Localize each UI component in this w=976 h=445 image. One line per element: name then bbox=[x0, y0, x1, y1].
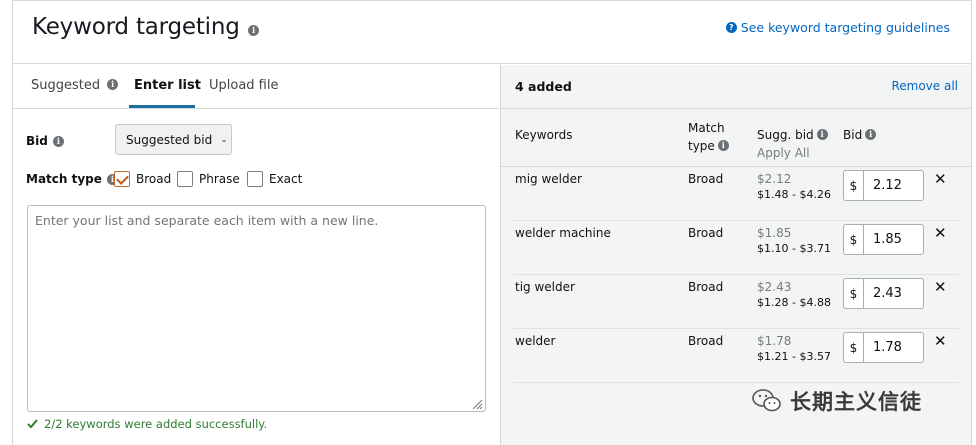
remove-row-icon[interactable]: ✕ bbox=[934, 278, 947, 296]
checkbox-icon[interactable] bbox=[247, 171, 263, 187]
success-message-text: 2/2 keywords were added successfully. bbox=[44, 417, 268, 431]
watermark: 长期主义信徒 bbox=[752, 386, 922, 416]
currency-prefix: $ bbox=[844, 333, 864, 362]
bid-label: Bid i bbox=[26, 134, 64, 148]
table-row: tig welder Broad $2.43 $1.28 - $4.88 $ 2… bbox=[513, 275, 959, 329]
match-broad-label: Broad bbox=[136, 172, 172, 186]
active-tab-indicator bbox=[129, 105, 195, 108]
tab-enter-list[interactable]: Enter list bbox=[134, 78, 201, 93]
match-type-label-text: Match type bbox=[26, 172, 102, 186]
row-keyword: mig welder bbox=[515, 172, 582, 186]
check-icon bbox=[27, 419, 38, 429]
column-header-sugg-bid: Sugg. bid i bbox=[757, 128, 828, 142]
row-suggested-bid: $2.43 bbox=[757, 280, 792, 294]
guidelines-link-text: See keyword targeting guidelines bbox=[740, 20, 950, 35]
remove-row-icon[interactable]: ✕ bbox=[934, 224, 947, 242]
match-broad-checkbox[interactable]: Broad bbox=[114, 171, 171, 187]
column-header-bid-text: Bid bbox=[843, 128, 863, 142]
page-title: Keyword targeting i bbox=[32, 14, 259, 40]
column-header-keywords-text: Keywords bbox=[515, 128, 573, 142]
tab-suggested-label: Suggested bbox=[31, 78, 101, 93]
chevron-down-icon: ⌄ bbox=[220, 134, 228, 145]
row-suggested-bid: $2.12 bbox=[757, 172, 792, 186]
row-bid-value[interactable]: 1.85 bbox=[864, 225, 902, 254]
table-row: mig welder Broad $2.12 $1.48 - $4.26 $ 2… bbox=[513, 167, 959, 221]
table-row: welder Broad $1.78 $1.21 - $3.57 $ 1.78 … bbox=[513, 329, 959, 383]
currency-prefix: $ bbox=[844, 225, 864, 254]
column-header-sugg-bid-text: Sugg. bid bbox=[757, 128, 814, 142]
tab-enter-list-label: Enter list bbox=[134, 78, 201, 93]
bid-dropdown-value: Suggested bid bbox=[126, 132, 213, 147]
apply-all-link[interactable]: Apply All bbox=[757, 146, 810, 160]
info-icon[interactable]: i bbox=[816, 129, 828, 140]
row-bid-input[interactable]: $ 2.43 bbox=[843, 278, 924, 309]
tab-upload-file[interactable]: Upload file bbox=[209, 78, 278, 93]
row-suggested-bid: $1.78 bbox=[757, 334, 792, 348]
success-message: 2/2 keywords were added successfully. bbox=[27, 417, 267, 431]
page-title-text: Keyword targeting bbox=[32, 14, 240, 40]
row-bid-input[interactable]: $ 1.85 bbox=[843, 224, 924, 255]
match-exact-label: Exact bbox=[269, 172, 303, 186]
row-bid-value[interactable]: 1.78 bbox=[864, 333, 902, 362]
currency-prefix: $ bbox=[844, 279, 864, 308]
row-keyword: welder machine bbox=[515, 226, 611, 240]
match-phrase-checkbox[interactable]: Phrase bbox=[177, 171, 240, 187]
row-bid-range: $1.10 - $3.71 bbox=[757, 242, 831, 255]
table-row: welder machine Broad $1.85 $1.10 - $3.71… bbox=[513, 221, 959, 275]
column-header-bid: Bid i bbox=[843, 128, 877, 142]
row-bid-range: $1.28 - $4.88 bbox=[757, 296, 831, 309]
row-bid-input[interactable]: $ 1.78 bbox=[843, 332, 924, 363]
tab-upload-file-label: Upload file bbox=[209, 78, 279, 93]
wechat-icon bbox=[752, 389, 781, 412]
guidelines-link[interactable]: ? See keyword targeting guidelines bbox=[725, 20, 950, 35]
added-bar: 4 added Remove all bbox=[501, 65, 972, 109]
help-icon: ? bbox=[725, 22, 737, 33]
row-keyword: welder bbox=[515, 334, 556, 348]
row-bid-input[interactable]: $ 2.12 bbox=[843, 170, 924, 201]
row-match-type: Broad bbox=[688, 334, 724, 348]
row-bid-range: $1.48 - $4.26 bbox=[757, 188, 831, 201]
info-icon[interactable]: i bbox=[107, 79, 119, 90]
checkbox-icon[interactable] bbox=[177, 171, 193, 187]
column-header-match-line1: Match bbox=[688, 121, 725, 135]
column-header-match-line2: type bbox=[688, 139, 715, 153]
enter-keywords-panel: Suggested i Enter list Upload file Bid i … bbox=[13, 65, 499, 445]
info-icon[interactable]: i bbox=[52, 135, 64, 147]
row-match-type: Broad bbox=[688, 280, 724, 294]
row-keyword: tig welder bbox=[515, 280, 575, 294]
row-bid-range: $1.21 - $3.57 bbox=[757, 350, 831, 363]
tab-bar: Suggested i Enter list Upload file bbox=[13, 65, 499, 109]
column-header-keywords: Keywords bbox=[515, 128, 573, 142]
tab-suggested[interactable]: Suggested i bbox=[31, 78, 119, 93]
row-bid-value[interactable]: 2.43 bbox=[864, 279, 902, 308]
info-icon[interactable]: i bbox=[248, 25, 259, 36]
match-exact-checkbox[interactable]: Exact bbox=[247, 171, 302, 187]
remove-all-link[interactable]: Remove all bbox=[891, 79, 958, 93]
bid-dropdown[interactable]: Suggested bid ⌄ bbox=[115, 124, 232, 155]
watermark-text: 长期主义信徒 bbox=[790, 390, 922, 414]
column-header-match-type: Match type i bbox=[688, 119, 729, 155]
row-match-type: Broad bbox=[688, 172, 724, 186]
currency-prefix: $ bbox=[844, 171, 864, 200]
match-phrase-label: Phrase bbox=[199, 172, 240, 186]
row-suggested-bid: $1.85 bbox=[757, 226, 792, 240]
match-type-label: Match type i bbox=[26, 172, 118, 186]
remove-row-icon[interactable]: ✕ bbox=[934, 170, 947, 188]
remove-row-icon[interactable]: ✕ bbox=[934, 332, 947, 350]
keyword-list-input[interactable] bbox=[27, 205, 486, 412]
info-icon[interactable]: i bbox=[865, 129, 877, 140]
added-count: 4 added bbox=[515, 79, 572, 94]
checkbox-checked-icon[interactable] bbox=[114, 171, 130, 187]
keyword-targeting-card: Keyword targeting i ? See keyword target… bbox=[12, 0, 972, 445]
row-bid-value[interactable]: 2.12 bbox=[864, 171, 902, 200]
bid-label-text: Bid bbox=[26, 134, 48, 148]
info-icon[interactable]: i bbox=[717, 140, 729, 151]
resize-handle-icon[interactable] bbox=[471, 398, 483, 410]
card-header: Keyword targeting i ? See keyword target… bbox=[13, 1, 971, 64]
row-match-type: Broad bbox=[688, 226, 724, 240]
